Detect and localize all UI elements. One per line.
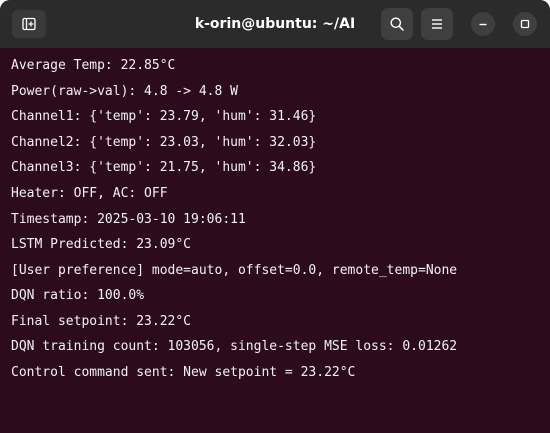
maximize-button[interactable] bbox=[513, 12, 537, 36]
menu-button[interactable] bbox=[421, 8, 453, 40]
terminal-line: Control command sent: New setpoint = 23.… bbox=[11, 365, 356, 380]
terminal-line: Average Temp: 22.85°C bbox=[11, 58, 176, 73]
title-bar[interactable]: k-orin@ubuntu: ~/AI bbox=[0, 0, 550, 48]
terminal-line: DQN ratio: 100.0% bbox=[11, 288, 145, 303]
terminal-line: Channel2: {'temp': 23.03, 'hum': 32.03} bbox=[11, 135, 317, 150]
search-button[interactable] bbox=[381, 8, 413, 40]
terminal-line: Heater: OFF, AC: OFF bbox=[11, 186, 168, 201]
search-icon bbox=[390, 17, 404, 31]
terminal-line: Timestamp: 2025-03-10 19:06:11 bbox=[11, 212, 246, 227]
terminal-line: Final setpoint: 23.22°C bbox=[11, 314, 192, 329]
terminal-output[interactable]: Average Temp: 22.85°C Power(raw->val): 4… bbox=[0, 48, 550, 433]
maximize-icon bbox=[520, 19, 530, 29]
terminal-window: k-orin@ubuntu: ~/AI Average Temp: 22.85°… bbox=[0, 0, 550, 433]
terminal-line: DQN training count: 103056, single-step … bbox=[11, 339, 458, 354]
hamburger-menu-icon bbox=[432, 19, 442, 29]
window-title: k-orin@ubuntu: ~/AI bbox=[194, 16, 356, 32]
terminal-line: [User preference] mode=auto, offset=0.0,… bbox=[11, 263, 458, 278]
terminal-line: Channel3: {'temp': 21.75, 'hum': 34.86} bbox=[11, 160, 317, 175]
terminal-line: LSTM Predicted: 23.09°C bbox=[11, 237, 192, 252]
terminal-line: Channel1: {'temp': 23.79, 'hum': 31.46} bbox=[11, 109, 317, 124]
terminal-line: Power(raw->val): 4.8 -> 4.8 W bbox=[11, 84, 238, 99]
minimize-icon bbox=[479, 23, 487, 26]
minimize-button[interactable] bbox=[471, 12, 495, 36]
